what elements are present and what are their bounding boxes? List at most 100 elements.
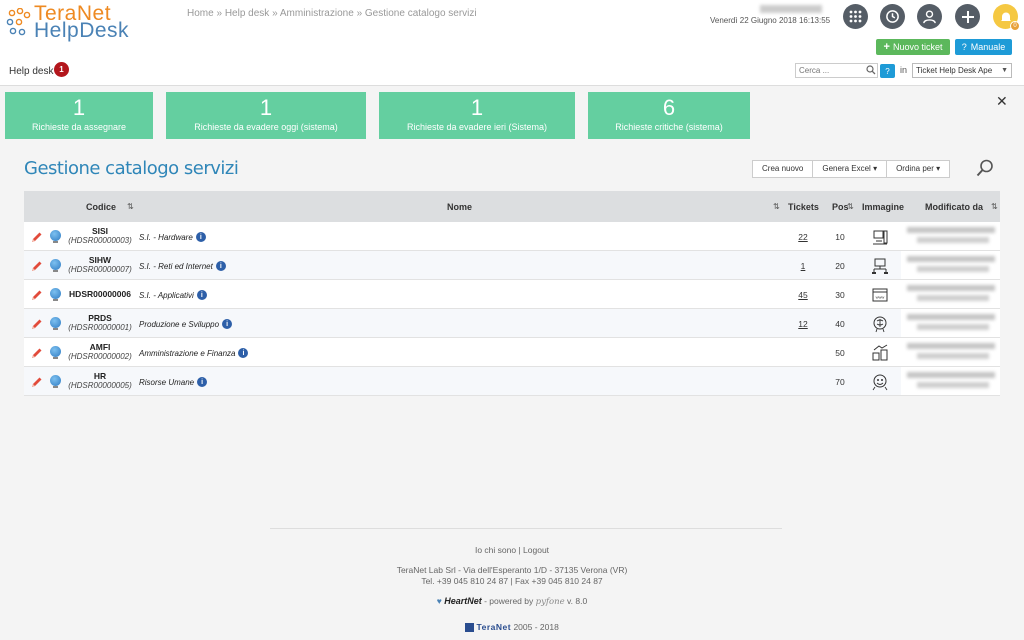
- teranet-brand: TeraNet: [476, 622, 512, 632]
- info-icon[interactable]: i: [195, 232, 206, 242]
- notifications-button[interactable]: 0: [993, 4, 1020, 31]
- globe-icon[interactable]: [50, 346, 61, 359]
- footer-links: Io chi sono | Logout: [474, 545, 550, 555]
- question-icon: ?: [961, 42, 967, 52]
- footer-divider: [270, 528, 782, 529]
- table-row[interactable]: HDSR00000006 S.I. - Applicativi i 45 30 www: [24, 280, 1000, 309]
- sort-icon[interactable]: ⇅: [991, 202, 998, 211]
- new-ticket-button[interactable]: + Nuovo ticket: [876, 39, 950, 55]
- apps-grid-button[interactable]: [843, 4, 868, 29]
- row-pos: 50: [835, 348, 845, 358]
- finance-icon: [872, 344, 888, 361]
- row-name: S.I. - Hardware i: [139, 232, 206, 242]
- sort-icon[interactable]: ⇅: [127, 202, 134, 211]
- footer-address: TeraNet Lab Srl - Via dell'Esperanto 1/D…: [396, 565, 628, 586]
- edit-pencil-icon[interactable]: [31, 260, 43, 272]
- info-icon[interactable]: i: [196, 290, 207, 300]
- row-modified-blurred: [901, 222, 1000, 250]
- edit-pencil-icon[interactable]: [31, 318, 43, 330]
- row-tickets-link[interactable]: 12: [790, 319, 816, 329]
- globe-icon[interactable]: [50, 259, 61, 272]
- row-tickets-link[interactable]: 22: [790, 232, 816, 242]
- user-button[interactable]: [917, 4, 942, 29]
- globe-icon[interactable]: [50, 288, 61, 301]
- notifications-count: 0: [1010, 21, 1020, 31]
- row-modified-blurred: [901, 338, 1000, 366]
- close-icon[interactable]: ✕: [996, 93, 1008, 110]
- helpdesk-count-badge: 1: [54, 62, 69, 77]
- col-name[interactable]: Nome: [447, 202, 472, 212]
- search-help-button[interactable]: ?: [880, 64, 895, 78]
- breadcrumb-admin[interactable]: Amministrazione: [280, 8, 354, 19]
- footer-powered: ♥ HeartNet - powered by pyfone v. 8.0: [436, 596, 588, 607]
- table-row[interactable]: SIHW (HDSR00000007) S.I. - Reti ed Interne…: [24, 251, 1000, 280]
- info-icon[interactable]: i: [238, 348, 249, 358]
- row-name: Produzione e Sviluppo i: [139, 319, 233, 329]
- row-modified-blurred: [901, 251, 1000, 279]
- breadcrumb: Home » Help desk » Amministrazione » Ges…: [187, 8, 477, 19]
- row-name: Amministrazione e Finanza i: [139, 348, 249, 358]
- breadcrumb-helpdesk[interactable]: Help desk: [225, 8, 269, 19]
- row-code: SISI (HDSR00000003): [68, 226, 132, 245]
- breadcrumb-home[interactable]: Home: [187, 8, 214, 19]
- bell-icon: [1000, 12, 1011, 21]
- col-image: Immagine: [862, 202, 905, 212]
- search-scope-select[interactable]: Ticket Help Desk Ape ▼: [912, 63, 1012, 78]
- pyfone-logo: pyfone: [535, 597, 565, 607]
- footer-copyright: TeraNet 2005 - 2018: [0, 622, 1024, 633]
- tile-to-assign[interactable]: 1 Richieste da assegnare: [5, 92, 153, 139]
- heart-icon: ♥: [436, 596, 442, 606]
- edit-pencil-icon[interactable]: [31, 289, 43, 301]
- col-code[interactable]: Codice: [86, 202, 116, 212]
- logo-line2: HelpDesk: [34, 19, 130, 42]
- tile-critical[interactable]: 6 Richieste critiche (sistema): [588, 92, 750, 139]
- tile-due-today[interactable]: 1 Richieste da evadere oggi (sistema): [166, 92, 366, 139]
- row-pos: 10: [835, 232, 845, 242]
- caret-down-icon: ▾: [936, 164, 941, 173]
- col-tickets[interactable]: Tickets: [788, 202, 819, 212]
- edit-pencil-icon[interactable]: [31, 347, 43, 359]
- sort-icon[interactable]: ⇅: [773, 202, 780, 211]
- history-button[interactable]: [880, 4, 905, 29]
- order-by-button[interactable]: Ordina per ▾: [887, 161, 949, 177]
- teranet-logo[interactable]: TeraNet HelpDesk: [6, 3, 146, 42]
- table-row[interactable]: PRDS (HDSR00000001) Produzione e Sviluppo i…: [24, 309, 1000, 338]
- brain-icon: [873, 316, 887, 333]
- table-row[interactable]: HR (HDSR00000005) Risorse Umane i 70: [24, 367, 1000, 396]
- add-button[interactable]: [955, 4, 980, 29]
- page-title: Gestione catalogo servizi: [24, 158, 239, 179]
- row-code: PRDS (HDSR00000001): [68, 313, 132, 332]
- table-row[interactable]: AMFI (HDSR00000002) Amministrazione e Fina…: [24, 338, 1000, 367]
- row-pos: 30: [835, 290, 845, 300]
- teranet-flag-icon: [465, 623, 475, 633]
- row-tickets-link[interactable]: 1: [790, 261, 816, 271]
- row-code: HDSR00000006: [69, 289, 131, 299]
- info-icon[interactable]: i: [197, 377, 208, 387]
- search-icon[interactable]: [866, 65, 876, 75]
- whoami-link[interactable]: Io chi sono: [475, 545, 516, 555]
- table-row[interactable]: SISI (HDSR00000003) S.I. - Hardware i 22 10: [24, 222, 1000, 251]
- info-icon[interactable]: i: [222, 319, 233, 329]
- info-icon[interactable]: i: [215, 261, 226, 271]
- plus-icon: +: [883, 41, 890, 53]
- row-tickets-link[interactable]: 45: [790, 290, 816, 300]
- create-new-button[interactable]: Crea nuovo: [753, 161, 814, 177]
- generate-excel-button[interactable]: Genera Excel ▾: [813, 161, 888, 177]
- globe-icon[interactable]: [50, 230, 61, 243]
- row-modified-blurred: [901, 309, 1000, 337]
- globe-icon[interactable]: [50, 375, 61, 388]
- logout-link[interactable]: Logout: [523, 545, 549, 555]
- heartnet-brand: HeartNet: [444, 596, 482, 606]
- sort-icon[interactable]: ⇅: [847, 202, 854, 211]
- top-header: TeraNet HelpDesk Home » Help desk » Ammi…: [0, 0, 1024, 86]
- row-code: SIHW (HDSR00000007): [68, 255, 132, 274]
- search-icon[interactable]: [976, 159, 994, 177]
- hr-icon: [872, 374, 888, 391]
- manual-button[interactable]: ? Manuale: [955, 39, 1012, 55]
- edit-pencil-icon[interactable]: [31, 376, 43, 388]
- edit-pencil-icon[interactable]: [31, 231, 43, 243]
- col-modified[interactable]: Modificato da: [925, 202, 983, 212]
- tab-helpdesk[interactable]: Help desk: [9, 66, 53, 77]
- globe-icon[interactable]: [50, 317, 61, 330]
- tile-due-yesterday[interactable]: 1 Richieste da evadere ieri (Sistema): [379, 92, 575, 139]
